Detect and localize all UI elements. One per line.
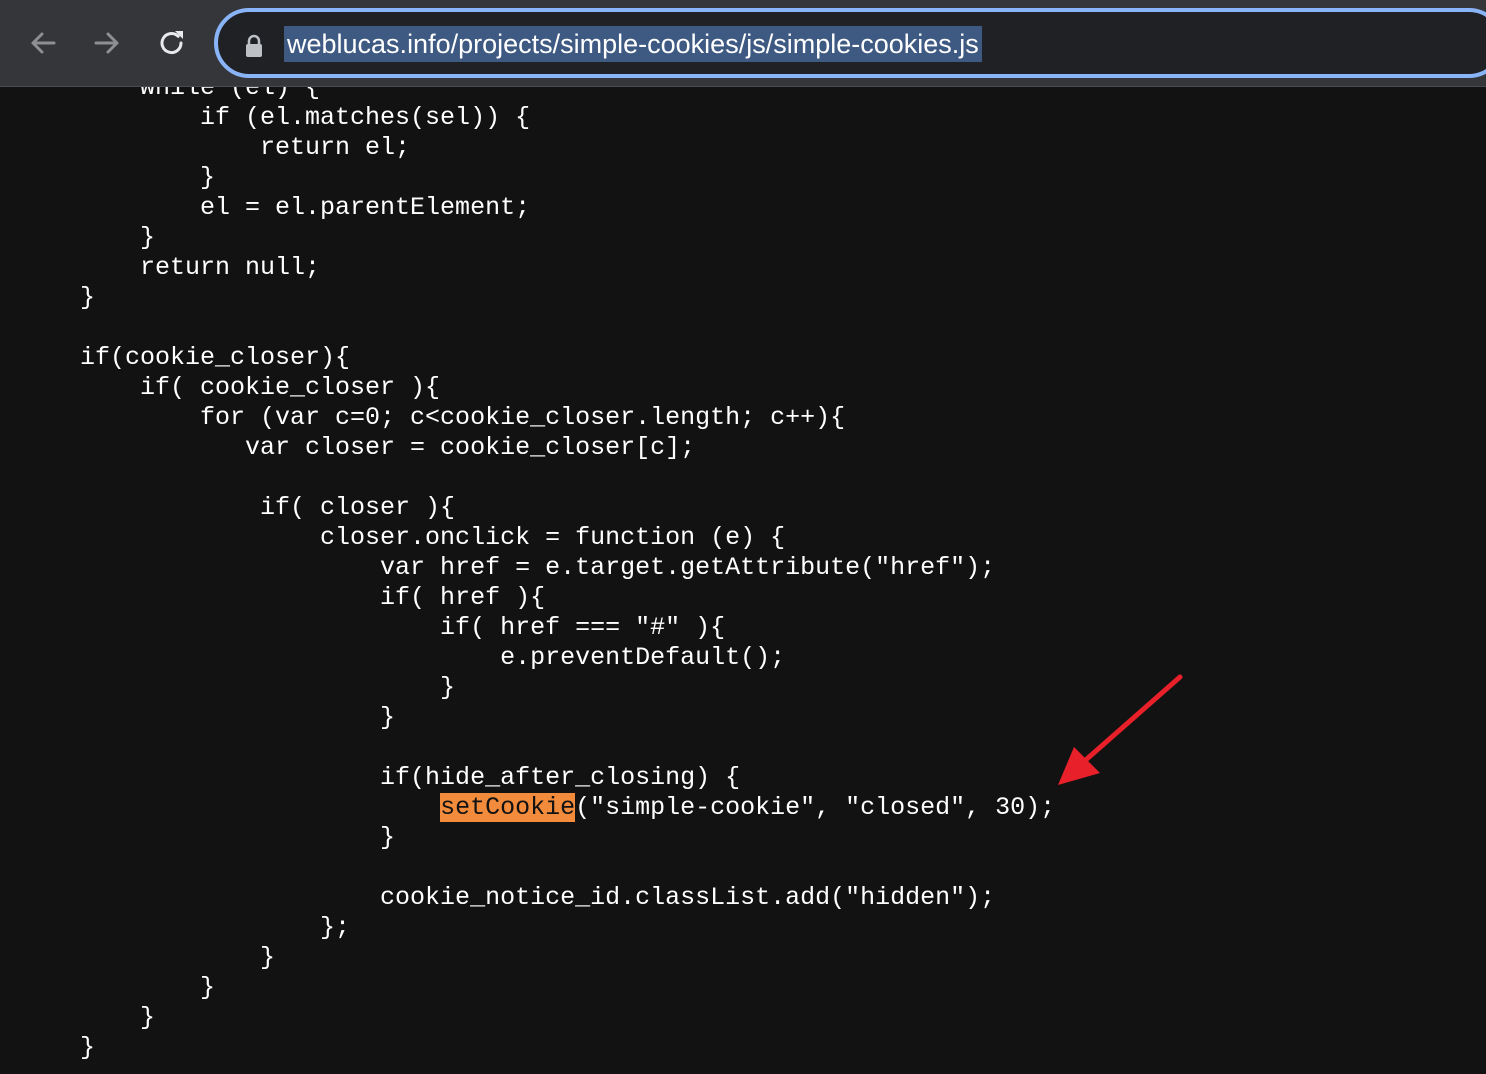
code-line: } [80,823,396,852]
code-line: return el; [80,133,411,162]
url-text[interactable]: weblucas.info/projects/simple-cookies/js… [284,26,982,62]
search-highlight: setCookie [440,793,576,822]
code-line: cookie_notice_id.classList.add("hidden")… [80,883,996,912]
code-line: for (var c=0; c<cookie_closer.length; c+… [80,403,846,432]
code-line: } [80,1033,96,1062]
code-line: if( href === "#" ){ [80,613,726,642]
forward-button[interactable] [82,18,132,68]
highlight-indent [80,793,440,822]
code-line: if( closer ){ [80,493,456,522]
code-line: } [80,673,456,702]
address-bar[interactable]: weblucas.info/projects/simple-cookies/js… [214,8,1486,78]
code-line: if( cookie_closer ){ [80,373,441,402]
code-line: e.preventDefault(); [80,643,786,672]
arrow-right-icon [94,32,119,54]
code-line: }; [80,913,351,942]
code-line: var href = e.target.getAttribute("href")… [80,553,996,582]
highlight-rest: ("simple-cookie", "closed", 30); [575,793,1056,822]
reload-button[interactable] [147,18,197,68]
source-code: while (el) { if (el.matches(sel)) { retu… [80,87,1055,1063]
code-line: if( href ){ [80,583,546,612]
code-line: } [80,163,216,192]
arrow-left-icon [31,32,56,54]
highlighted-code-line: setCookie("simple-cookie", "closed", 30)… [80,793,1055,823]
code-line: el = el.parentElement; [80,193,531,222]
code-line: } [80,1003,156,1032]
code-line: if (el.matches(sel)) { [80,103,531,132]
back-button[interactable] [18,18,68,68]
code-line: while (el) { [80,87,321,102]
red-arrow-annotation [1058,674,1183,785]
code-line: if(cookie_closer){ [80,343,351,372]
code-line: } [80,943,276,972]
code-viewer: while (el) { if (el.matches(sel)) { retu… [0,87,1486,1074]
code-line: closer.onclick = function (e) { [80,523,786,552]
code-line: } [80,703,396,732]
code-line: var closer = cookie_closer[c]; [80,433,696,462]
code-line: } [80,973,216,1002]
browser-toolbar: weblucas.info/projects/simple-cookies/js… [0,0,1486,87]
code-line: } [80,283,96,312]
code-line: if(hide_after_closing) { [80,763,741,792]
code-line: } [80,223,156,252]
lock-icon[interactable] [244,34,264,63]
code-line: return null; [80,253,321,282]
reload-icon [160,31,183,55]
